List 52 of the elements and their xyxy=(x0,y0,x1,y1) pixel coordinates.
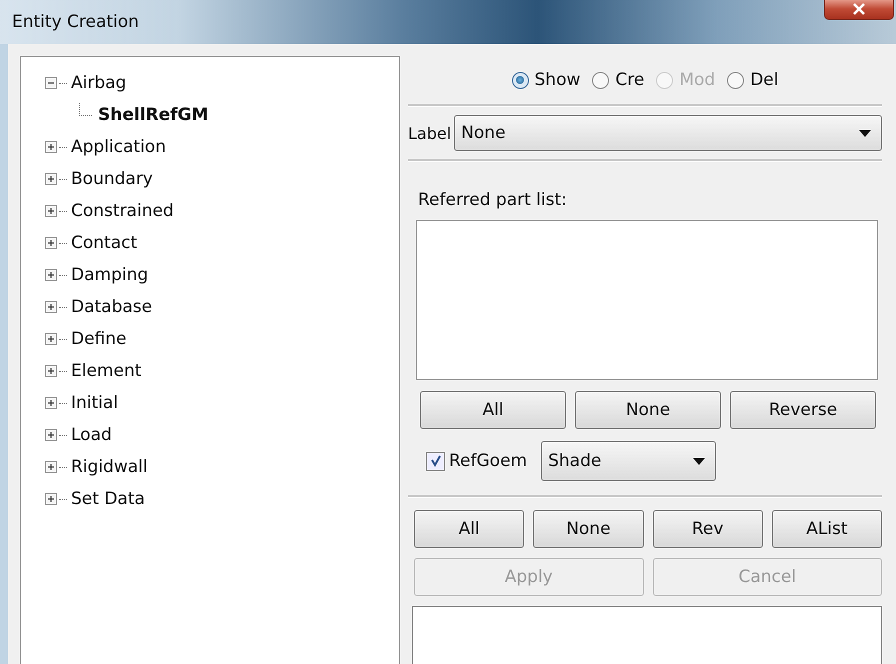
radio-label[interactable]: Del xyxy=(750,70,778,90)
dropdown-arrow-icon xyxy=(859,130,871,136)
expand-icon[interactable] xyxy=(45,397,57,409)
close-button[interactable] xyxy=(824,0,894,20)
expand-icon[interactable] xyxy=(45,173,57,185)
tree-item[interactable]: Initial xyxy=(71,393,118,413)
radio-button[interactable] xyxy=(592,72,610,88)
window-title: Entity Creation xyxy=(12,12,139,32)
expand-icon[interactable] xyxy=(45,269,57,281)
expand-icon[interactable] xyxy=(45,301,57,313)
checkmark-icon xyxy=(430,455,442,467)
checkbox-label: RefGoem xyxy=(449,451,528,471)
tree-item[interactable]: Element xyxy=(71,361,142,381)
collapse-icon[interactable] xyxy=(45,77,57,89)
tree-item[interactable]: Define xyxy=(71,329,126,349)
select-button[interactable]: None xyxy=(533,510,644,548)
list-button[interactable]: Reverse xyxy=(730,391,876,429)
close-icon xyxy=(852,3,866,15)
field-label: Label xyxy=(408,124,452,142)
tree-item[interactable]: Database xyxy=(71,297,152,317)
tree-item[interactable]: Contact xyxy=(71,233,138,253)
expand-icon[interactable] xyxy=(45,365,57,377)
tree-item[interactable]: Boundary xyxy=(71,169,153,189)
radio-label[interactable]: Show xyxy=(534,70,580,90)
expand-icon[interactable] xyxy=(45,429,57,441)
radio-button[interactable] xyxy=(727,72,744,88)
list-button[interactable]: None xyxy=(575,391,721,429)
tree-item[interactable]: Damping xyxy=(71,265,148,285)
tree-item[interactable]: Airbag xyxy=(71,73,126,93)
tree-item[interactable]: ShellRefGM xyxy=(98,105,208,125)
expand-icon[interactable] xyxy=(45,205,57,217)
expand-icon[interactable] xyxy=(45,461,57,473)
radio-label[interactable]: Cre xyxy=(615,70,644,90)
select-button[interactable]: Rev xyxy=(652,510,763,548)
radio-button[interactable] xyxy=(512,72,529,88)
list-button[interactable]: All xyxy=(420,391,566,429)
tree-item[interactable]: Rigidwall xyxy=(71,457,148,477)
section-label: Referred part list: xyxy=(418,190,568,210)
expand-icon[interactable] xyxy=(45,237,57,249)
checkbox[interactable] xyxy=(426,452,445,470)
expand-icon[interactable] xyxy=(45,493,57,505)
tree-item[interactable]: Load xyxy=(71,425,112,445)
label-dropdown[interactable]: None xyxy=(454,115,882,151)
display-dropdown[interactable]: Shade xyxy=(541,441,716,481)
select-button[interactable]: All xyxy=(414,510,524,548)
select-button[interactable]: AList xyxy=(772,510,882,548)
tree-item[interactable]: Set Data xyxy=(71,489,145,509)
expand-icon[interactable] xyxy=(45,333,57,345)
dropdown-arrow-icon xyxy=(693,458,706,464)
tree-item[interactable]: Application xyxy=(71,137,166,157)
expand-icon[interactable] xyxy=(45,141,57,153)
tree-item[interactable]: Constrained xyxy=(71,201,174,221)
